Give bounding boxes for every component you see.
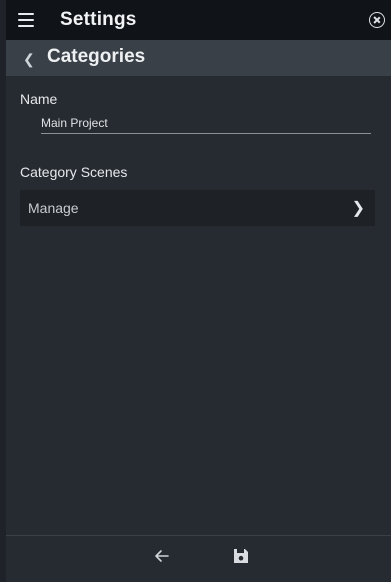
- chevron-right-icon: ❯: [351, 200, 365, 217]
- app-title: Settings: [60, 9, 137, 30]
- name-label: Name: [20, 91, 58, 107]
- settings-panel: Settings ❮ Categories Name Main Project …: [6, 0, 391, 582]
- chevron-left-icon[interactable]: ❮: [23, 51, 35, 68]
- save-icon[interactable]: [231, 546, 251, 566]
- manage-label: Manage: [28, 200, 79, 216]
- back-arrow-icon[interactable]: [152, 546, 172, 566]
- manage-button[interactable]: Manage ❯: [20, 190, 375, 226]
- category-scenes-label: Category Scenes: [20, 164, 128, 180]
- close-icon[interactable]: [369, 12, 385, 28]
- section-header: ❮ Categories: [6, 40, 391, 76]
- footer-divider: [6, 535, 391, 536]
- top-bar: Settings: [6, 0, 391, 40]
- section-title: Categories: [47, 46, 146, 67]
- menu-icon[interactable]: [18, 13, 34, 27]
- name-input[interactable]: Main Project: [41, 114, 371, 134]
